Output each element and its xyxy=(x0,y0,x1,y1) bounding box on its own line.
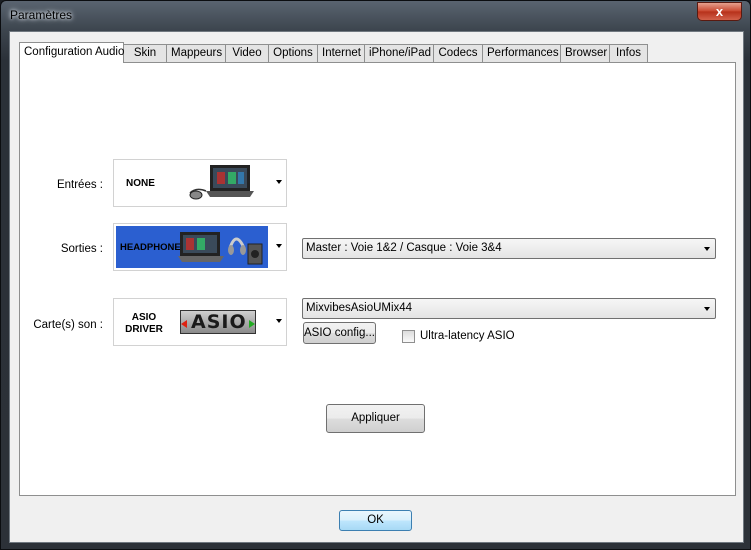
tab-performances[interactable]: Performances xyxy=(482,44,561,63)
chevron-down-icon xyxy=(276,244,282,248)
tab-configuration-audio[interactable]: Configuration Audio xyxy=(19,42,124,63)
inputs-device-select[interactable]: NONE xyxy=(113,159,287,207)
outputs-label: Sorties : xyxy=(60,243,103,255)
laptop-mouse-image xyxy=(189,165,254,200)
apply-button[interactable]: Appliquer xyxy=(326,404,425,433)
close-button[interactable]: x xyxy=(697,2,742,21)
tab-iphone-ipad[interactable]: iPhone/iPad xyxy=(364,44,434,63)
asio-logo-text: ASIO xyxy=(191,311,247,333)
soundcard-device-name-line1: ASIO xyxy=(131,312,157,323)
ultra-latency-checkbox[interactable] xyxy=(402,330,415,343)
soundcard-device-name-line2: DRIVER xyxy=(125,324,163,335)
tab-codecs[interactable]: Codecs xyxy=(433,44,483,63)
outputs-routing-select[interactable]: Master : Voie 1&2 / Casque : Voie 3&4 xyxy=(302,238,716,259)
dialog-client-area: Configuration Audio Skin Mappeurs Video … xyxy=(9,31,744,543)
outputs-routing-value: Master : Voie 1&2 / Casque : Voie 3&4 xyxy=(306,242,502,254)
ultra-latency-label: Ultra-latency ASIO xyxy=(420,330,515,342)
asio-logo: ASIO xyxy=(180,310,256,334)
tab-internet[interactable]: Internet xyxy=(317,44,365,63)
settings-window: Paramètres x Configuration Audio Skin Ma… xyxy=(0,0,751,550)
close-icon: x xyxy=(715,4,724,19)
tab-infos[interactable]: Infos xyxy=(609,44,648,63)
outputs-device-name: HEADPHONES xyxy=(120,242,188,253)
outputs-device-select[interactable]: HEADPHONES xyxy=(113,223,287,271)
tab-browser[interactable]: Browser xyxy=(560,44,610,63)
chevron-down-icon xyxy=(276,180,282,184)
soundcard-label: Carte(s) son : xyxy=(33,319,103,331)
title-bar[interactable]: Paramètres x xyxy=(1,1,750,31)
tab-skin[interactable]: Skin xyxy=(123,44,167,63)
asio-config-button[interactable]: ASIO config... xyxy=(303,322,376,344)
window-title: Paramètres xyxy=(10,8,73,22)
soundcard-driver-value: MixvibesAsioUMix44 xyxy=(306,302,413,314)
chevron-down-icon xyxy=(704,307,710,311)
inputs-device-name: NONE xyxy=(126,178,155,189)
soundcard-driver-select[interactable]: MixvibesAsioUMix44 xyxy=(302,298,716,319)
audio-config-panel: Entrées : NONE Sorties : HEADPHONES Mast… xyxy=(19,62,736,496)
tab-video[interactable]: Video xyxy=(225,44,269,63)
headphones-image: HEADPHONES xyxy=(116,226,268,268)
tab-mappeurs[interactable]: Mappeurs xyxy=(166,44,226,63)
soundcard-device-select[interactable]: ASIO DRIVER ASIO xyxy=(113,298,287,346)
ok-button[interactable]: OK xyxy=(339,510,412,531)
tab-options[interactable]: Options xyxy=(268,44,318,63)
chevron-down-icon xyxy=(704,247,710,251)
inputs-label: Entrées : xyxy=(56,179,103,191)
chevron-down-icon xyxy=(276,319,282,323)
